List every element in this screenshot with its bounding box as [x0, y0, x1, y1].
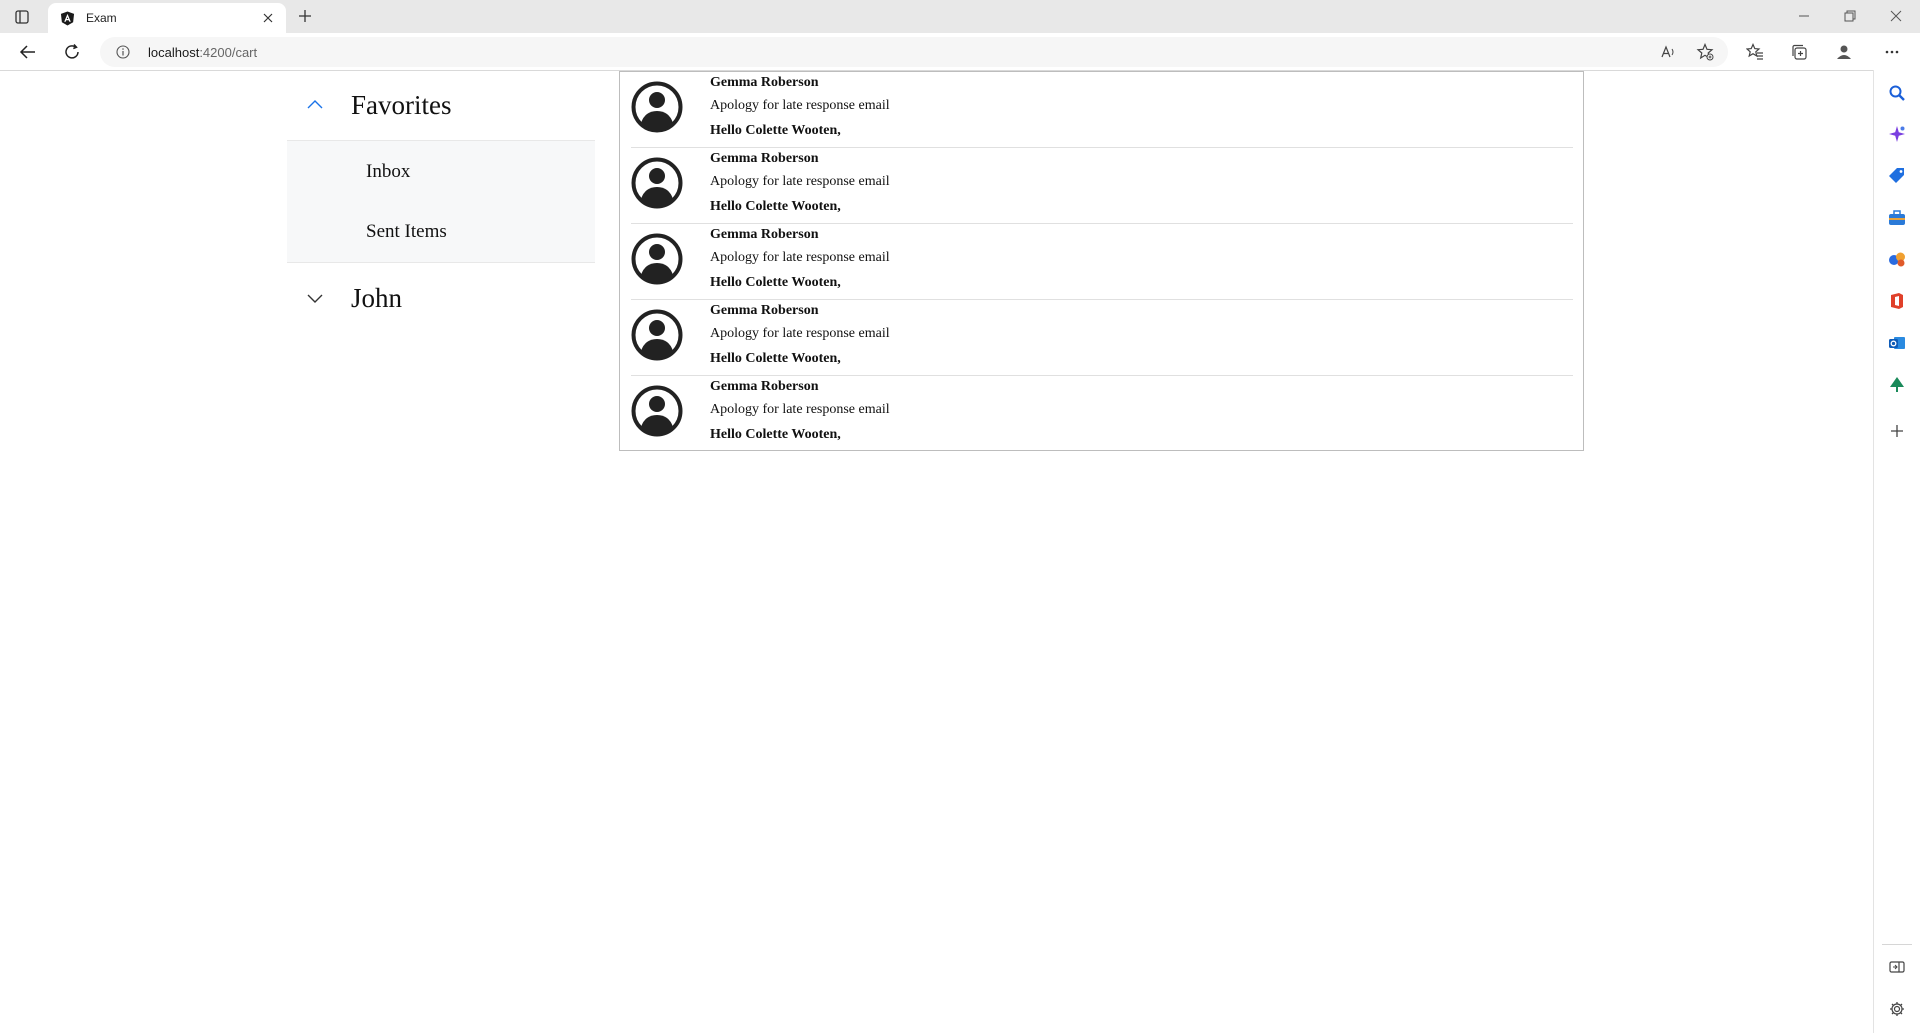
profile-icon[interactable] — [1833, 41, 1855, 63]
tab-close-icon[interactable] — [260, 10, 276, 26]
mail-preview: Hello Colette Wooten, — [710, 199, 841, 214]
restore-icon[interactable] — [1838, 5, 1862, 27]
settings-icon[interactable] — [1886, 998, 1908, 1020]
mail-subject: Apology for late response email — [710, 250, 890, 265]
group-title: John — [351, 282, 403, 313]
browser-tab[interactable]: Exam — [48, 3, 286, 33]
tree-icon[interactable] — [1886, 374, 1908, 396]
mail-item[interactable]: Gemma Roberson Apology for late response… — [631, 72, 1573, 148]
mail-subject: Apology for late response email — [710, 174, 890, 189]
mail-item[interactable]: Gemma Roberson Apology for late response… — [631, 376, 1573, 452]
mail-item[interactable]: Gemma Roberson Apology for late response… — [631, 300, 1573, 376]
add-favorite-icon[interactable] — [1694, 41, 1716, 63]
mail-subject: Apology for late response email — [710, 98, 890, 113]
mail-list: Gemma Roberson Apology for late response… — [619, 71, 1584, 451]
outlook-icon[interactable] — [1886, 332, 1908, 354]
add-icon[interactable] — [1886, 420, 1908, 442]
avatar-icon — [631, 309, 683, 361]
nav-item-inbox[interactable]: Inbox — [366, 161, 410, 183]
copilot-icon[interactable] — [1886, 123, 1908, 145]
mail-sender: Gemma Roberson — [710, 379, 819, 394]
browser-tab-bar: Exam — [0, 0, 1920, 33]
avatar-icon — [631, 81, 683, 133]
avatar-icon — [631, 157, 683, 209]
mail-subject: Apology for late response email — [710, 402, 890, 417]
mail-sender: Gemma Roberson — [710, 151, 819, 166]
read-aloud-icon[interactable] — [1657, 41, 1679, 63]
url-host: localhost — [148, 45, 200, 60]
collections-icon[interactable] — [1788, 41, 1810, 63]
mail-sender: Gemma Roberson — [710, 75, 819, 90]
mail-item[interactable]: Gemma Roberson Apology for late response… — [631, 224, 1573, 300]
tab-title: Exam — [86, 11, 117, 25]
mail-subject: Apology for late response email — [710, 326, 890, 341]
group-title: Favorites — [351, 89, 452, 120]
chevron-down-icon[interactable] — [306, 289, 324, 307]
url-text: localhost:4200/cart — [148, 45, 257, 60]
avatar-icon — [631, 385, 683, 437]
mail-sender: Gemma Roberson — [710, 303, 819, 318]
edge-sidebar — [1873, 70, 1920, 1033]
chevron-up-icon[interactable] — [306, 96, 324, 114]
mail-sender: Gemma Roberson — [710, 227, 819, 242]
avatar-icon — [631, 233, 683, 285]
site-info-icon[interactable] — [116, 45, 130, 59]
folder-navigation: Favorites Inbox Sent Items John — [287, 70, 595, 333]
url-path: :4200/cart — [199, 45, 258, 60]
tools-briefcase-icon[interactable] — [1886, 207, 1908, 229]
more-icon[interactable] — [1881, 41, 1903, 63]
mail-item[interactable]: Gemma Roberson Apology for late response… — [631, 148, 1573, 224]
minimize-icon[interactable] — [1792, 5, 1816, 27]
games-icon[interactable] — [1886, 248, 1908, 270]
group-favorites-header[interactable]: Favorites — [287, 70, 595, 140]
mail-preview: Hello Colette Wooten, — [710, 275, 841, 290]
search-icon[interactable] — [1886, 82, 1908, 104]
shopping-tag-icon[interactable] — [1886, 165, 1908, 187]
angular-icon — [59, 10, 75, 26]
mail-preview: Hello Colette Wooten, — [710, 351, 841, 366]
mail-preview: Hello Colette Wooten, — [710, 427, 841, 442]
sidebar-divider — [1882, 944, 1912, 945]
panel-toggle-icon[interactable] — [1886, 956, 1908, 978]
tab-actions-icon[interactable] — [12, 7, 32, 27]
back-icon[interactable] — [17, 41, 39, 63]
group-john-header[interactable]: John — [287, 263, 595, 333]
mail-preview: Hello Colette Wooten, — [710, 123, 841, 138]
new-tab-icon[interactable] — [296, 7, 314, 25]
close-window-icon[interactable] — [1884, 5, 1908, 27]
browser-toolbar: localhost:4200/cart — [0, 33, 1920, 71]
address-bar[interactable]: localhost:4200/cart — [100, 37, 1728, 67]
refresh-icon[interactable] — [61, 41, 83, 63]
favorites-icon[interactable] — [1744, 41, 1766, 63]
office-icon[interactable] — [1886, 290, 1908, 312]
group-favorites-items: Inbox Sent Items — [287, 140, 595, 263]
nav-item-sent-items[interactable]: Sent Items — [366, 221, 447, 243]
